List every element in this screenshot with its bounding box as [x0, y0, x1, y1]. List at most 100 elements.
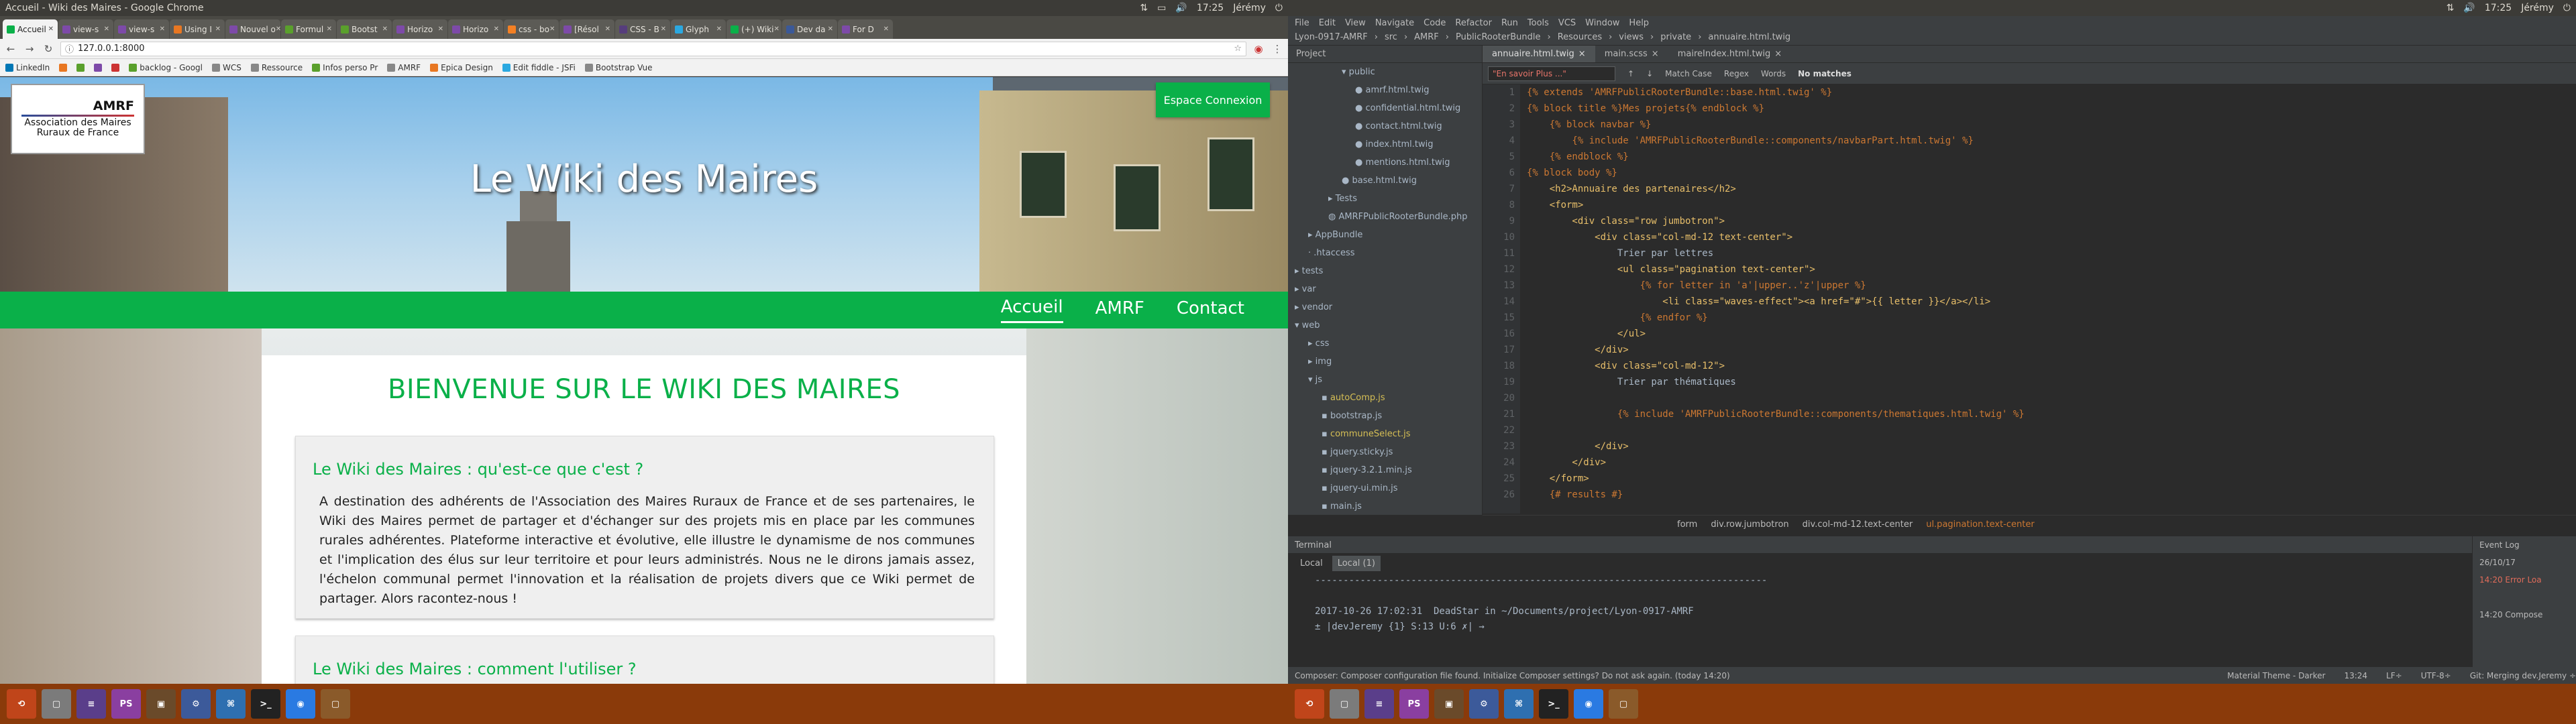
code-line[interactable]: {% extends 'AMRFPublicRooterBundle::base…	[1527, 84, 2576, 101]
taskbar-app-icon[interactable]: ≡	[76, 689, 106, 719]
code-line[interactable]: <h2>Annuaire des partenaires</h2>	[1527, 181, 2576, 197]
espace-connexion-button[interactable]: Espace Connexion	[1156, 82, 1270, 117]
tree-item[interactable]: ● base.html.twig	[1288, 172, 1482, 190]
tab-close-icon[interactable]: ✕	[104, 25, 109, 33]
browser-tab[interactable]: Dev da ✕	[782, 19, 837, 39]
breadcrumb-item[interactable]: views	[1619, 32, 1644, 42]
git-branch[interactable]: Git: Merging dev.Jeremy ÷	[2470, 671, 2576, 680]
taskbar-app-icon[interactable]: ⌘	[1504, 689, 1534, 719]
taskbar-app-icon[interactable]: ⟲	[1295, 689, 1324, 719]
browser-tab[interactable]: view-s ✕	[58, 19, 113, 39]
tree-item[interactable]: ● amrf.html.twig	[1288, 81, 1482, 99]
taskbar-app-icon[interactable]: >_	[1539, 689, 1568, 719]
battery-icon[interactable]: ▭	[1157, 3, 1166, 13]
breadcrumb-item[interactable]: private	[1660, 32, 1691, 42]
browser-tab[interactable]: For D ✕	[838, 19, 893, 39]
tab-close-icon[interactable]: ✕	[382, 25, 388, 33]
tab-close-icon[interactable]: ✕	[160, 25, 165, 33]
bookmark-item[interactable]: WCS	[212, 63, 241, 72]
breadcrumb-item[interactable]: annuaire.html.twig	[1708, 32, 1790, 42]
taskbar-app-icon[interactable]: PS	[1399, 689, 1429, 719]
project-panel-header[interactable]: Project	[1288, 46, 1482, 63]
taskbar-app-icon[interactable]: ⌘	[216, 689, 246, 719]
tree-item[interactable]: ▸ img	[1288, 353, 1482, 371]
nav-amrf[interactable]: AMRF	[1095, 298, 1144, 322]
menu-item[interactable]: VCS	[1558, 18, 1576, 28]
tab-close-icon[interactable]: ✕	[276, 25, 280, 33]
taskbar-app-icon[interactable]: ▢	[1330, 689, 1359, 719]
code-line[interactable]: {% include 'AMRFPublicRooterBundle::comp…	[1527, 133, 2576, 149]
browser-tab[interactable]: Bootst ✕	[337, 19, 392, 39]
bookmark-item[interactable]	[59, 63, 68, 72]
code-line[interactable]: {% for letter in 'a'|upper..'z'|upper %}	[1527, 278, 2576, 294]
taskbar-app-icon[interactable]: ▢	[42, 689, 71, 719]
menu-icon[interactable]: ⋮	[1271, 43, 1284, 55]
tab-close-icon[interactable]: ✕	[549, 25, 555, 33]
network-icon[interactable]: ⇅	[1140, 3, 1148, 13]
bookmark-item[interactable]: Epica Design	[430, 63, 493, 72]
cursor-position[interactable]: 13:24	[2344, 671, 2367, 680]
code-line[interactable]	[1527, 422, 2576, 438]
reload-icon[interactable]: ↻	[42, 43, 55, 55]
tree-item[interactable]: ● mentions.html.twig	[1288, 154, 1482, 172]
user-name[interactable]: Jérémy	[1233, 3, 1266, 13]
structure-path-item[interactable]: form	[1677, 520, 1697, 530]
browser-tab[interactable]: Nouvel o ✕	[225, 19, 280, 39]
bookmark-item[interactable]: Bootstrap Vue	[584, 63, 653, 72]
code-line[interactable]: </form>	[1527, 471, 2576, 487]
terminal-output[interactable]: ----------------------------------------…	[1288, 573, 2536, 635]
words-option[interactable]: Words	[1761, 69, 1786, 78]
code-line[interactable]: </ul>	[1527, 326, 2576, 342]
line-separator[interactable]: LF÷	[2386, 671, 2402, 680]
browser-tab[interactable]: css - bo ✕	[504, 19, 559, 39]
code-lines[interactable]: {% extends 'AMRFPublicRooterBundle::base…	[1527, 84, 2576, 514]
menu-item[interactable]: Code	[1424, 18, 1446, 28]
tree-item[interactable]: ▪ jquery.sticky.js	[1288, 443, 1482, 461]
taskbar-app-icon[interactable]: PS	[111, 689, 141, 719]
tree-item[interactable]: ▾ web	[1288, 316, 1482, 335]
browser-tab[interactable]: Glyph ✕	[671, 19, 726, 39]
breadcrumb-item[interactable]: PublicRooterBundle	[1456, 32, 1541, 42]
tree-item[interactable]: ▾ public	[1288, 63, 1482, 81]
tree-item[interactable]: ▪ jquery-3.2.1.min.js	[1288, 461, 1482, 479]
bookmark-item[interactable]	[76, 63, 85, 72]
code-line[interactable]	[1527, 390, 2576, 406]
menu-item[interactable]: File	[1295, 18, 1309, 28]
browser-tab[interactable]: Formul ✕	[281, 19, 336, 39]
code-line[interactable]: <form>	[1527, 197, 2576, 213]
project-label[interactable]: Project	[1296, 49, 1326, 59]
event-log-entry[interactable]: 14:20 Compose	[2473, 606, 2576, 623]
taskbar-app-icon[interactable]: ⚙	[181, 689, 211, 719]
tree-item[interactable]: ▸ tests	[1288, 262, 1482, 280]
terminal-tab-local[interactable]: Local	[1295, 556, 1328, 571]
tree-item[interactable]: ▸ Tests	[1288, 190, 1482, 208]
code-line[interactable]: <li class="waves-effect"><a href="#">{{ …	[1527, 294, 2576, 310]
code-line[interactable]: <div class="col-md-12">	[1527, 358, 2576, 374]
browser-tab[interactable]: CSS - B ✕	[615, 19, 670, 39]
bookmark-item[interactable]: LinkedIn	[5, 63, 50, 72]
system-tray[interactable]: ⇅ 🔊 17:25 Jérémy ⏻	[2447, 3, 2571, 13]
tree-item[interactable]: ● confidential.html.twig	[1288, 99, 1482, 117]
code-line[interactable]: {% include 'AMRFPublicRooterBundle::comp…	[1527, 406, 2576, 422]
tree-item[interactable]: ● contact.html.twig	[1288, 117, 1482, 135]
tab-close-icon[interactable]: ✕	[215, 25, 221, 33]
match-case-option[interactable]: Match Case	[1665, 69, 1712, 78]
menu-item[interactable]: Window	[1585, 18, 1619, 28]
menu-item[interactable]: Run	[1501, 18, 1518, 28]
find-next-icon[interactable]: ↓	[1646, 69, 1653, 78]
browser-tab[interactable]: Horizo ✕	[392, 19, 447, 39]
site-logo[interactable]: AMRF Association des Maires Ruraux de Fr…	[11, 84, 145, 154]
bookmark-item[interactable]: Edit fiddle - JSFi	[502, 63, 576, 72]
tree-item[interactable]: · .htaccess	[1288, 244, 1482, 262]
browser-tab[interactable]: Horizo ✕	[448, 19, 503, 39]
taskbar-app-icon[interactable]: ▣	[1434, 689, 1464, 719]
tree-item[interactable]: ▪ main.js	[1288, 497, 1482, 515]
code-line[interactable]: {% endfor %}	[1527, 310, 2576, 326]
structure-path-item[interactable]: div.col-md-12.text-center	[1803, 520, 1913, 530]
theme-indicator[interactable]: Material Theme - Darker	[2227, 671, 2325, 680]
tree-item[interactable]: ▾ js	[1288, 371, 1482, 389]
code-line[interactable]: Trier par thématiques	[1527, 374, 2576, 390]
code-line[interactable]: {% block title %}Mes projets{% endblock …	[1527, 101, 2576, 117]
tree-item[interactable]: ▪ communeSelect.js	[1288, 425, 1482, 443]
tree-item[interactable]: ▸ css	[1288, 335, 1482, 353]
